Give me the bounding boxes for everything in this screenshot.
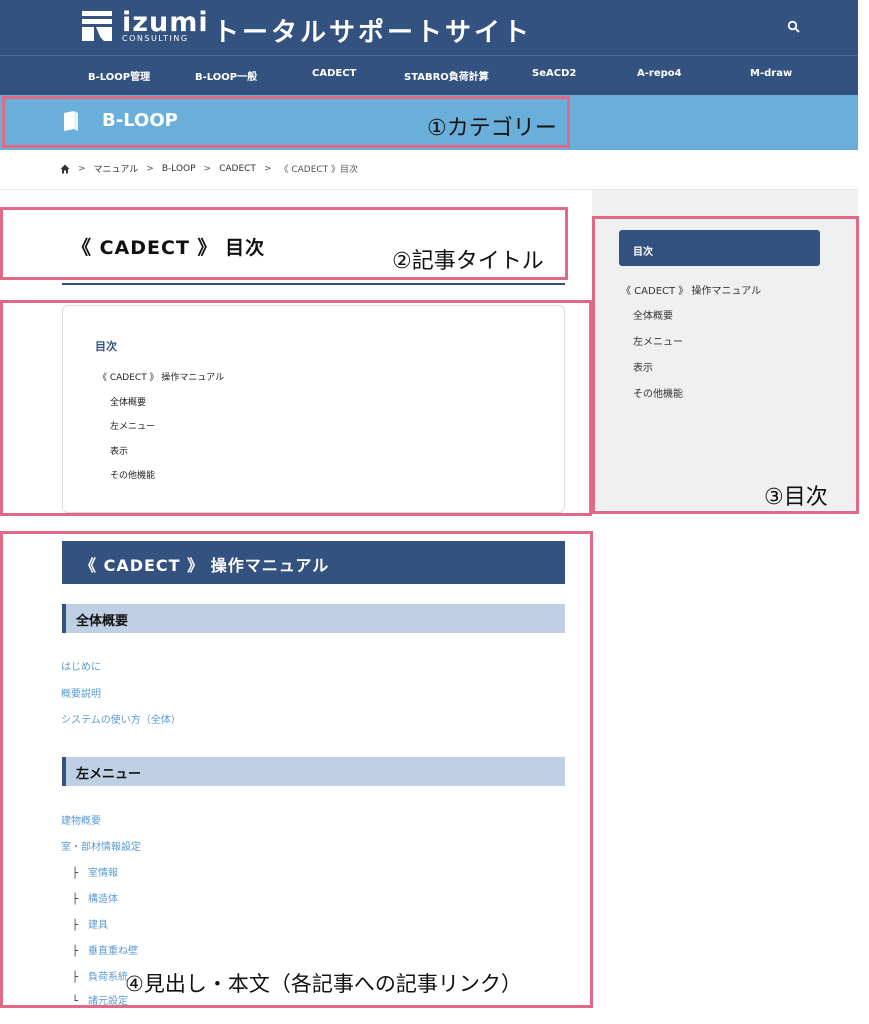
- main-nav: B-LOOP管理 B-LOOP一般 CADECT STABRO負荷計算 SeAC…: [0, 55, 858, 95]
- breadcrumb-separator: >: [203, 163, 212, 174]
- breadcrumb-separator: >: [146, 163, 154, 174]
- annotation-label-title: ②記事タイトル: [392, 249, 544, 274]
- nav-item-arepo4[interactable]: A-repo4: [637, 68, 682, 79]
- breadcrumb-link-bloop[interactable]: B-LOOP: [162, 164, 196, 174]
- breadcrumb-separator: >: [78, 163, 86, 174]
- site-title[interactable]: トータルサポートサイト: [213, 12, 532, 49]
- search-icon[interactable]: [787, 20, 801, 34]
- title-underline: [62, 283, 565, 285]
- site-logo[interactable]: izumi CONSULTING: [80, 9, 209, 43]
- annotation-label-toc: ③目次: [764, 485, 828, 510]
- annotation-label-category: ①カテゴリー: [427, 116, 557, 141]
- breadcrumb-separator: >: [263, 163, 272, 174]
- home-icon[interactable]: [60, 164, 70, 174]
- breadcrumb-link-manual[interactable]: マニュアル: [94, 162, 139, 175]
- nav-item-cadect[interactable]: CADECT: [312, 68, 356, 79]
- nav-item-bloop-general[interactable]: B-LOOP一般: [195, 68, 257, 83]
- breadcrumb: > マニュアル > B-LOOP > CADECT > 《 CADECT 》目次: [60, 162, 358, 175]
- nav-item-bloop-admin[interactable]: B-LOOP管理: [88, 68, 150, 83]
- annotation-box-toc-body: [0, 300, 592, 516]
- logo-text: izumi CONSULTING: [122, 9, 209, 43]
- breadcrumb-current: 《 CADECT 》目次: [279, 165, 359, 175]
- breadcrumb-link-cadect[interactable]: CADECT: [219, 164, 256, 174]
- nav-item-stabro[interactable]: STABRO負荷計算: [404, 68, 489, 83]
- site-header: izumi CONSULTING トータルサポートサイト: [0, 0, 858, 55]
- annotation-label-body: ④見出し・本文（各記事への記事リンク）: [125, 972, 522, 996]
- logo-word: izumi: [122, 7, 209, 38]
- nav-item-mdraw[interactable]: M-draw: [750, 68, 792, 79]
- izumi-logo-icon: [82, 11, 112, 41]
- annotation-box-sidebar: [592, 216, 859, 514]
- nav-item-seacd2[interactable]: SeACD2: [532, 68, 576, 79]
- annotation-box-body: [0, 531, 593, 1008]
